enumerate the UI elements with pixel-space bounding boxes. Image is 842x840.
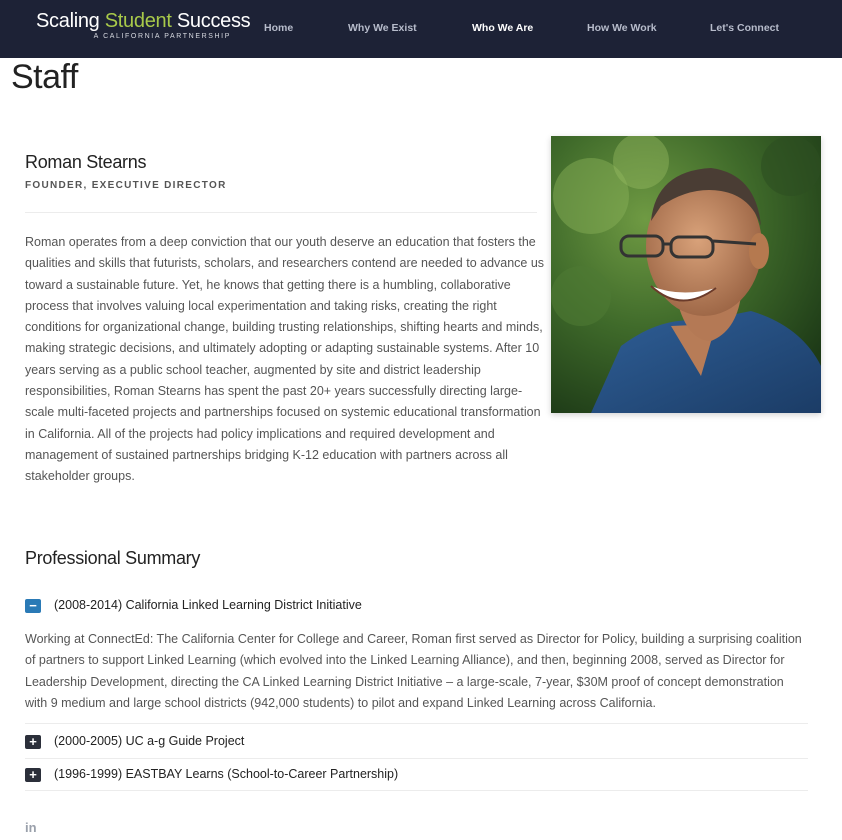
expand-icon[interactable]: + [25,768,41,782]
accordion-body: Working at ConnectEd: The California Cen… [25,632,802,710]
nav-why-we-exist[interactable]: Why We Exist [348,22,417,34]
person-bio: Roman operates from a deep conviction th… [25,235,545,484]
accordion-title[interactable]: (2000-2005) UC a-g Guide Project [54,734,244,748]
nav-how-we-work[interactable]: How We Work [587,22,657,34]
divider [25,790,808,791]
nav-lets-connect[interactable]: Let's Connect [710,22,779,34]
accordion-title[interactable]: (1996-1999) EASTBAY Learns (School-to-Ca… [54,767,398,781]
logo-tagline: A CALIFORNIA PARTNERSHIP [93,33,231,40]
nav-home[interactable]: Home [264,22,293,34]
person-name: Roman Stearns [25,152,147,172]
divider [25,212,537,213]
divider [25,723,808,724]
expand-icon[interactable]: + [25,735,41,749]
section-title: Professional Summary [25,548,201,568]
page-title: Staff [11,58,78,96]
site-header: Scaling Student Success A CALIFORNIA PAR… [0,0,842,58]
divider [25,758,808,759]
site-logo[interactable]: Scaling Student Success A CALIFORNIA PAR… [36,10,251,46]
nav-who-we-are[interactable]: Who We Are [472,22,533,34]
linkedin-icon[interactable]: in [25,820,37,835]
accordion-title[interactable]: (2008-2014) California Linked Learning D… [54,598,362,612]
logo-wordmark: Scaling Student Success [36,10,251,32]
collapse-icon[interactable]: − [25,599,41,613]
person-role: FOUNDER, EXECUTIVE DIRECTOR [25,180,227,191]
person-photo [551,136,821,413]
